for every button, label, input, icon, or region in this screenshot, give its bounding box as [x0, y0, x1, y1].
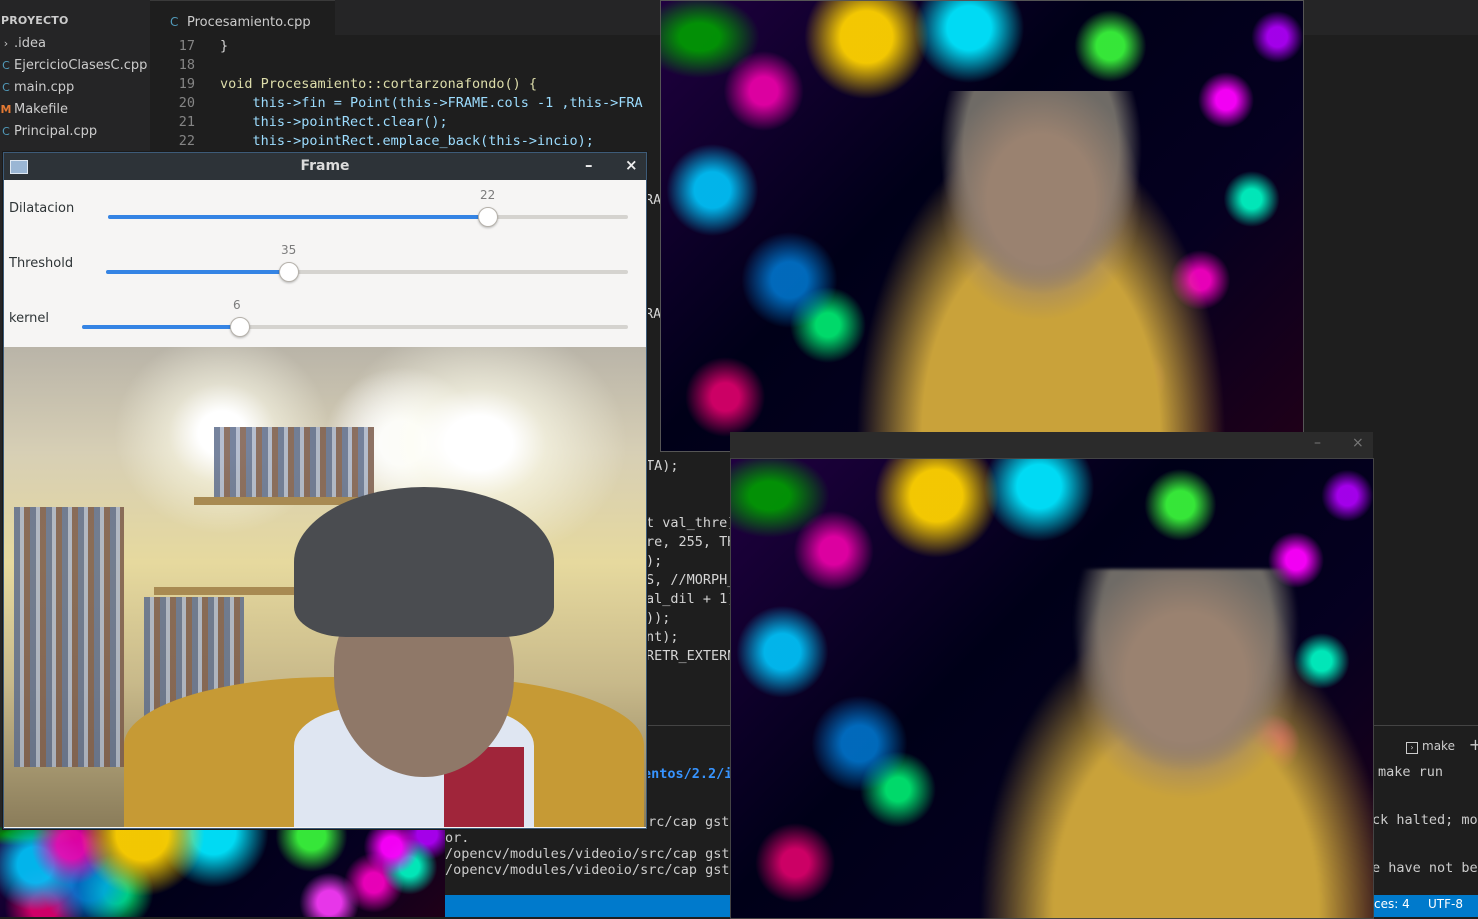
code-fragment: nt); — [646, 629, 679, 645]
trackbar-kernel: kernel 6 — [4, 291, 646, 346]
explorer-item-idea[interactable]: › .idea — [0, 36, 46, 51]
terminal-line: make run — [1378, 764, 1444, 780]
minimize-icon[interactable]: – — [1314, 435, 1321, 451]
frame-title: Frame — [300, 158, 350, 174]
trackbar-fill — [108, 215, 488, 219]
terminal-panel-right[interactable]: › make + make run ck halted; moo e have n… — [1372, 725, 1478, 896]
cpp-file-icon: C — [2, 59, 10, 72]
trackbar-label: Threshold — [9, 256, 74, 271]
blurred-output-window — [730, 458, 1374, 919]
terminal-line: ck halted; moo — [1372, 812, 1478, 828]
explorer-item-label: .idea — [14, 36, 46, 51]
tab-procesamiento[interactable]: C Procesamiento.cpp — [150, 0, 335, 36]
terminal-tab-label: make — [1422, 739, 1455, 753]
add-terminal-icon[interactable]: + — [1469, 735, 1478, 754]
code-fragment: RA — [645, 192, 662, 208]
code-fragment: al_dil + 1) — [646, 591, 736, 607]
terminal-line[interactable]: entos/2.2/i — [643, 766, 732, 782]
camera-frame — [4, 347, 646, 827]
shelf-products — [14, 507, 124, 767]
trackbar-rail[interactable] — [106, 262, 628, 282]
code-line: 20 this->fin = Point(this->FRAME.cols -1… — [178, 95, 643, 111]
code-editor-middle — [640, 455, 735, 725]
background-image-strip — [0, 827, 445, 917]
trackbar-threshold: Threshold 35 — [4, 236, 646, 291]
code-line: 18 — [178, 57, 195, 73]
explorer-item-label: main.cpp — [14, 80, 75, 95]
close-button[interactable]: × — [625, 156, 638, 174]
status-encoding[interactable]: UTF-8 — [1428, 897, 1463, 911]
code-line: 17} — [178, 38, 229, 54]
trackbar-value: 35 — [281, 243, 297, 257]
frame-titlebar[interactable]: Frame – × — [4, 153, 646, 180]
person-cap — [294, 487, 554, 637]
explorer-item-makefile[interactable]: M Makefile — [0, 102, 69, 117]
terminal-line: /opencv/modules/videoio/src/cap gstr — [445, 862, 738, 878]
status-spaces[interactable]: ces: 4 — [1374, 897, 1410, 911]
frame-window: Frame – × Dilatacion 22 Threshold 35 ker… — [3, 152, 647, 829]
trackbar-handle[interactable] — [230, 317, 251, 337]
window-titlebar: – × — [730, 432, 1373, 458]
tab-label: Procesamiento.cpp — [187, 15, 311, 30]
trackbar-handle[interactable] — [477, 207, 498, 227]
person-silhouette — [951, 569, 1373, 918]
explorer-item-ejercicio[interactable]: C EjercicioClasesC.cpp — [0, 58, 147, 73]
terminal-line: e have not bee — [1372, 860, 1478, 876]
explorer-item-principal[interactable]: C Principal.cpp — [0, 124, 97, 139]
terminal-line: src/cap gstr — [640, 814, 738, 830]
output-image-window — [660, 0, 1304, 452]
chevron-right-icon: › — [3, 37, 9, 50]
trackbar-dilatacion: Dilatacion 22 — [4, 181, 646, 236]
trackbar-handle[interactable] — [278, 262, 299, 282]
close-icon[interactable]: × — [1352, 435, 1364, 451]
code-line: 22 this->pointRect.emplace_back(this->in… — [178, 133, 594, 149]
terminal-tab-make[interactable]: › make + — [1406, 735, 1478, 754]
trackbar-label: Dilatacion — [9, 201, 75, 216]
minimize-button[interactable]: – — [585, 156, 593, 174]
code-fragment: t val_thre] — [646, 515, 736, 531]
status-bar — [445, 895, 730, 917]
terminal-line: or. — [445, 830, 470, 846]
explorer-item-label: Makefile — [14, 102, 69, 117]
trackbar-fill — [82, 325, 241, 329]
code-fragment: S, //MORPH_ — [646, 572, 736, 588]
status-bar-right: ces: 4 UTF-8 — [1372, 895, 1478, 917]
code-fragment: RA — [645, 306, 662, 322]
code-fragment: ); — [646, 553, 663, 569]
code-line: 21 this->pointRect.clear(); — [178, 114, 448, 130]
code-fragment: re, 255, TH — [646, 534, 736, 550]
terminal-icon: › — [1406, 742, 1418, 754]
trackbar-rail[interactable] — [82, 317, 628, 337]
trackbar-value: 6 — [233, 298, 241, 312]
code-fragment: )); — [646, 610, 671, 626]
explorer-item-main[interactable]: Cmain.cpp — [0, 80, 74, 95]
cpp-file-icon: C — [2, 81, 10, 94]
person-silhouette — [831, 91, 1251, 451]
explorer-item-label: Principal.cpp — [14, 124, 98, 139]
trackbar-fill — [106, 270, 289, 274]
trackbar-label: kernel — [9, 311, 50, 326]
shelf-products — [214, 427, 374, 497]
cpp-file-icon: C — [2, 125, 10, 138]
code-line: 19 void Procesamiento::cortarzonafondo() … — [178, 76, 537, 92]
explorer-item-label: EjercicioClasesC.cpp — [14, 58, 148, 73]
explorer-header: PROYECTO — [1, 14, 69, 27]
trackbar-rail[interactable] — [108, 207, 628, 227]
trackbar-value: 22 — [480, 188, 496, 202]
code-fragment: TA); — [646, 458, 679, 474]
makefile-icon: M — [0, 103, 12, 116]
cpp-file-icon: C — [170, 15, 179, 29]
terminal-line: /opencv/modules/videoio/src/cap gstr — [445, 846, 738, 862]
code-fragment: RETR_EXTERN — [646, 648, 736, 664]
